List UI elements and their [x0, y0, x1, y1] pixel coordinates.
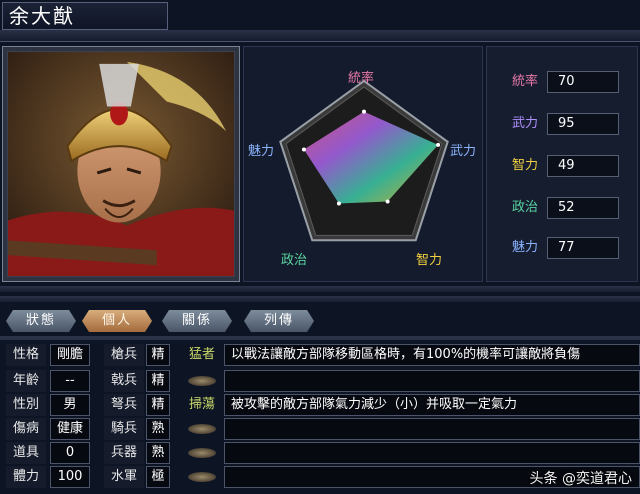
- attribute-label: 傷病: [6, 418, 46, 440]
- tab-relations[interactable]: 關係: [162, 310, 232, 332]
- stat-row-zhengzhi: 政治 52: [505, 197, 635, 219]
- attribute-label: 道具: [6, 442, 46, 464]
- skill-description: 以戰法讓敵方部隊移動區格時，有100%的機率可讓敵將負傷: [224, 344, 640, 366]
- watermark: 头条 @奕道君心: [529, 471, 632, 487]
- skill-description: [224, 442, 640, 464]
- empty-slot-icon: [188, 424, 216, 434]
- tab-biography[interactable]: 列傳: [244, 310, 314, 332]
- skill-description: 被攻擊的敵方部隊氣力減少（小）并吸取一定氣力: [224, 394, 640, 416]
- radar-label-zhengzhi: 政治: [281, 253, 308, 268]
- stat-value: 70: [547, 71, 619, 93]
- empty-slot-icon: [188, 448, 216, 458]
- skill-description: [224, 418, 640, 440]
- troop-rank: 精: [146, 394, 170, 416]
- radar-panel: 統率 武力 智力 政治 魅力: [243, 46, 483, 282]
- empty-skill-slot: [184, 419, 220, 439]
- radar-label-meili: 魅力: [248, 144, 275, 159]
- attribute-label: 性別: [6, 394, 46, 416]
- radar-point: [362, 109, 366, 114]
- stat-row-meili: 魅力 77: [505, 237, 635, 259]
- radar-label-wuli: 武力: [450, 144, 477, 159]
- radar-label-zhili: 智力: [416, 253, 443, 268]
- separator: [0, 296, 640, 302]
- troop-label: 弩兵: [104, 394, 144, 416]
- stat-label: 武力: [511, 116, 538, 131]
- attribute-value: 0: [50, 442, 90, 464]
- stat-label: 魅力: [511, 240, 538, 255]
- attribute-row: 道具 0 兵器熟: [0, 442, 640, 464]
- troop-label: 騎兵: [104, 418, 144, 440]
- radar-point: [336, 201, 341, 206]
- stat-value: 95: [547, 113, 619, 135]
- attribute-label: 體力: [6, 466, 46, 488]
- stat-row-tongshuai: 統率 70: [505, 71, 635, 93]
- attribute-value: 健康: [50, 418, 90, 440]
- troop-rank: 極: [146, 466, 170, 488]
- tab-status[interactable]: 狀態: [6, 310, 76, 332]
- stat-value: 52: [547, 197, 619, 219]
- officer-portrait: [7, 51, 235, 277]
- radar-point: [436, 142, 441, 147]
- attribute-row: 年齡 -- 戟兵精: [0, 370, 640, 392]
- stat-value: 49: [547, 155, 619, 177]
- troop-rank: 熟: [146, 442, 170, 464]
- portrait-frame: [2, 46, 240, 282]
- troop-rank: 熟: [146, 418, 170, 440]
- officer-name: 余大猷: [2, 2, 168, 30]
- tab-personal[interactable]: 個人: [82, 310, 152, 332]
- troop-rank: 精: [146, 370, 170, 392]
- separator: [0, 336, 640, 340]
- stat-panel: 統率 70 武力 95 智力 49 政治 52 魅力 77: [486, 46, 638, 282]
- empty-skill-slot: [184, 467, 220, 487]
- troop-label: 戟兵: [104, 370, 144, 392]
- attribute-value: 100: [50, 466, 90, 488]
- attribute-label: 年齡: [6, 370, 46, 392]
- stat-value: 77: [547, 237, 619, 259]
- stat-label: 統率: [511, 74, 538, 89]
- attribute-label: 性格: [6, 344, 46, 366]
- stat-row-zhili: 智力 49: [505, 155, 635, 177]
- troop-label: 水軍: [104, 466, 144, 488]
- empty-skill-slot: [184, 371, 220, 391]
- stat-row-wuli: 武力 95: [505, 113, 635, 135]
- skill-badge[interactable]: 猛者: [184, 345, 220, 365]
- empty-slot-icon: [188, 376, 216, 386]
- stat-label: 政治: [511, 200, 538, 215]
- skill-badge[interactable]: 掃蕩: [184, 395, 220, 415]
- separator: [0, 286, 640, 292]
- skill-description: [224, 370, 640, 392]
- troop-label: 槍兵: [104, 344, 144, 366]
- attribute-value: --: [50, 370, 90, 392]
- troop-label: 兵器: [104, 442, 144, 464]
- attribute-value: 男: [50, 394, 90, 416]
- radar-point: [385, 199, 390, 204]
- radar-point: [301, 147, 306, 152]
- empty-slot-icon: [188, 472, 216, 482]
- attribute-row: 性格 剛膽 槍兵精猛者 以戰法讓敵方部隊移動區格時，有100%的機率可讓敵將負傷: [0, 344, 640, 366]
- empty-skill-slot: [184, 443, 220, 463]
- troop-rank: 精: [146, 344, 170, 366]
- attribute-row: 性別男弩兵精掃蕩 被攻擊的敵方部隊氣力減少（小）并吸取一定氣力: [0, 394, 640, 416]
- radar-label-tongshuai: 統率: [348, 71, 375, 86]
- attribute-row: 傷病 健康 騎兵熟: [0, 418, 640, 440]
- title-bar: [0, 30, 640, 42]
- attribute-value: 剛膽: [50, 344, 90, 366]
- stat-label: 智力: [511, 158, 538, 173]
